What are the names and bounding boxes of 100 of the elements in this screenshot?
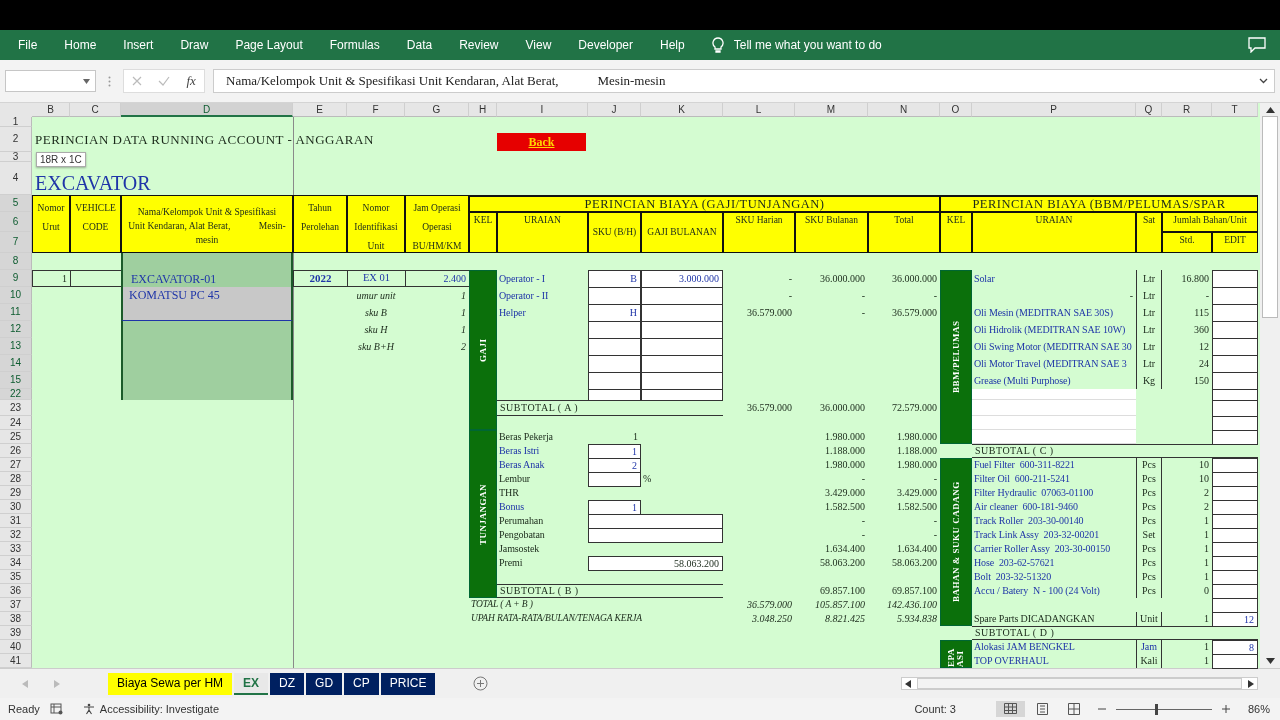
row-number[interactable]: 39	[0, 626, 32, 640]
ribbon-tab[interactable]: Home	[64, 38, 97, 52]
table-cell-text: 69.857.100	[819, 584, 866, 598]
column-header-letter[interactable]: J	[588, 103, 641, 117]
row-number[interactable]: 40	[0, 640, 32, 654]
column-header-letter[interactable]: I	[497, 103, 588, 117]
row-number[interactable]: 3	[0, 152, 32, 162]
insert-function-button[interactable]: fx	[186, 73, 196, 89]
column-header-letter[interactable]: F	[347, 103, 405, 117]
horizontal-scrollbar-thumb[interactable]	[917, 678, 1242, 689]
drag-handle-icon[interactable]	[108, 75, 111, 87]
column-header-letter[interactable]: D	[121, 103, 293, 117]
ribbon-tab[interactable]: Page Layout	[235, 38, 303, 52]
row-number[interactable]: 27	[0, 458, 32, 472]
table-cell: Pcs	[1136, 570, 1162, 584]
row-number[interactable]: 24	[0, 416, 32, 430]
column-header-letter[interactable]: P	[972, 103, 1136, 117]
row-number[interactable]: 15	[0, 372, 32, 389]
sheet-tab[interactable]: Biaya Sewa per HM	[108, 672, 233, 695]
view-button[interactable]	[995, 701, 1025, 717]
row-number[interactable]: 11	[0, 304, 32, 321]
ribbon-tab[interactable]: Formulas	[329, 38, 380, 52]
row-number[interactable]: 25	[0, 430, 32, 444]
row-number[interactable]: 5	[0, 195, 32, 212]
zoom-out-icon[interactable]	[1097, 705, 1106, 713]
ribbon-tab[interactable]: File	[18, 38, 38, 52]
row-number[interactable]: 12	[0, 321, 32, 338]
scrollbar-thumb[interactable]	[1262, 116, 1278, 318]
ribbon-tab[interactable]: Data	[406, 38, 433, 52]
scroll-up-icon[interactable]	[1265, 107, 1275, 113]
ribbon-tab[interactable]: Draw	[180, 38, 209, 52]
row-number[interactable]: 22	[0, 389, 32, 400]
row-number[interactable]: 34	[0, 556, 32, 570]
row-number[interactable]: 14	[0, 355, 32, 372]
row-number[interactable]: 4	[0, 162, 32, 195]
tell-me-search[interactable]: Tell me what you want to do	[733, 38, 882, 52]
column-header-letter[interactable]: N	[868, 103, 940, 117]
column-header-letter[interactable]: Q	[1136, 103, 1162, 117]
row-number[interactable]: 26	[0, 444, 32, 458]
row-number[interactable]: 41	[0, 654, 32, 668]
column-header-letter[interactable]: T	[1212, 103, 1258, 117]
row-number[interactable]: 1	[0, 117, 32, 127]
sheet-tab[interactable]: CP	[344, 672, 379, 695]
zoom-level[interactable]: 86%	[1247, 703, 1270, 715]
macro-record-icon[interactable]	[49, 703, 63, 715]
ribbon-tab[interactable]: View	[525, 38, 552, 52]
ribbon-tab[interactable]: Help	[660, 38, 685, 52]
row-number[interactable]: 2	[0, 127, 32, 152]
row-number[interactable]: 32	[0, 528, 32, 542]
column-header-letter[interactable]: B	[32, 103, 70, 117]
table-cell: Set	[1136, 528, 1162, 542]
table-cell-text: -	[860, 528, 866, 542]
row-number[interactable]: 29	[0, 486, 32, 500]
sheet-tab[interactable]: PRICE	[380, 672, 436, 695]
scroll-down-icon[interactable]	[1265, 658, 1275, 664]
column-header-letter[interactable]: H	[469, 103, 497, 117]
row-number[interactable]: 9	[0, 270, 32, 287]
row-number[interactable]: 33	[0, 542, 32, 556]
row-number[interactable]: 6	[0, 212, 32, 232]
table-cell-text: 1.188.000	[824, 444, 866, 458]
column-header-letter[interactable]: K	[641, 103, 723, 117]
sheet-tab[interactable]: EX	[234, 672, 269, 695]
table-cell-text: 1.980.000	[824, 458, 866, 472]
ribbon-tab[interactable]: Developer	[578, 38, 633, 52]
column-header-letter[interactable]: E	[293, 103, 347, 117]
table-cell-text: 3.429.000	[824, 486, 866, 500]
ribbon-tab[interactable]: Review	[459, 38, 499, 52]
row-number[interactable]: 31	[0, 514, 32, 528]
row-number[interactable]: 23	[0, 400, 32, 416]
row-number[interactable]: 35	[0, 570, 32, 584]
scroll-right-icon[interactable]	[1248, 679, 1254, 688]
table-cell-text: 115	[1193, 305, 1210, 320]
scroll-left-icon[interactable]	[905, 679, 911, 688]
add-sheet-icon[interactable]	[473, 676, 489, 691]
row-number[interactable]: 10	[0, 287, 32, 304]
row-number[interactable]: 37	[0, 598, 32, 612]
column-header-letter[interactable]: G	[405, 103, 469, 117]
row-number[interactable]: 7	[0, 232, 32, 253]
column-header: Nomor Urut	[32, 195, 70, 253]
comment-icon[interactable]	[1248, 37, 1266, 53]
zoom-in-icon[interactable]	[1221, 705, 1230, 713]
sheet-tab[interactable]: DZ	[270, 672, 305, 695]
formula-field[interactable]: Nama/Kelompok Unit & Spesifikasi Unit Kendaran, Alat Berat, Mesin-mesin	[213, 69, 1275, 93]
column-header-letter[interactable]: L	[723, 103, 795, 117]
row-number[interactable]: 8	[0, 253, 32, 270]
column-header-letter[interactable]: M	[795, 103, 868, 117]
input-cell	[1212, 338, 1258, 356]
column-header-letter[interactable]: O	[940, 103, 972, 117]
accessibility-button[interactable]: Accessibility: Investigate	[82, 703, 219, 715]
input-cell	[1212, 304, 1258, 322]
row-number[interactable]: 28	[0, 472, 32, 486]
row-number[interactable]: 38	[0, 612, 32, 626]
row-number[interactable]: 30	[0, 500, 32, 514]
sheet-tab[interactable]: GD	[306, 672, 343, 695]
row-number[interactable]: 36	[0, 584, 32, 598]
column-header-letter[interactable]: C	[70, 103, 121, 117]
row-number[interactable]: 13	[0, 338, 32, 355]
column-header-letter[interactable]: R	[1162, 103, 1212, 117]
ribbon-tab[interactable]: Insert	[123, 38, 154, 52]
table-cell-text: -	[932, 288, 938, 303]
